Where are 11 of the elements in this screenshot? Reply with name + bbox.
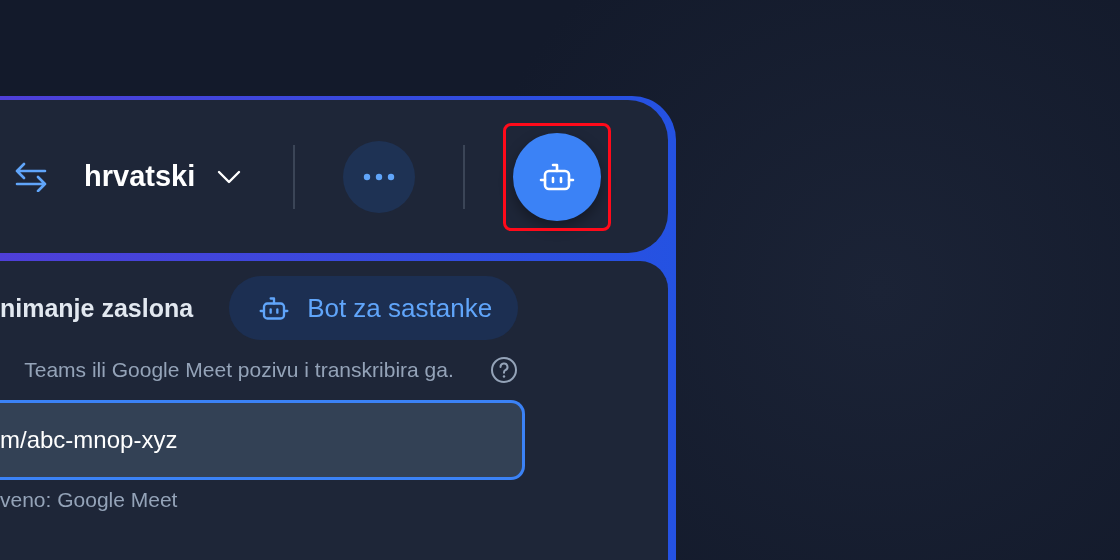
- meeting-link-field[interactable]: m/abc-mnop-xyz: [0, 400, 525, 480]
- chevron-down-icon: [217, 169, 242, 184]
- swap-icon[interactable]: [14, 161, 48, 192]
- panel-title: nimanje zaslona: [0, 293, 194, 323]
- hint-text: veno: Google Meet: [0, 488, 179, 512]
- description-text: Teams ili Google Meet pozivu i transkribira ga.: [23, 357, 455, 383]
- help-icon[interactable]: [490, 356, 518, 384]
- language-dropdown[interactable]: hrvatski: [84, 160, 242, 193]
- robot-icon: [259, 294, 290, 322]
- ellipsis-icon: [363, 172, 396, 181]
- meeting-bot-button[interactable]: Bot za sastanke: [229, 276, 519, 340]
